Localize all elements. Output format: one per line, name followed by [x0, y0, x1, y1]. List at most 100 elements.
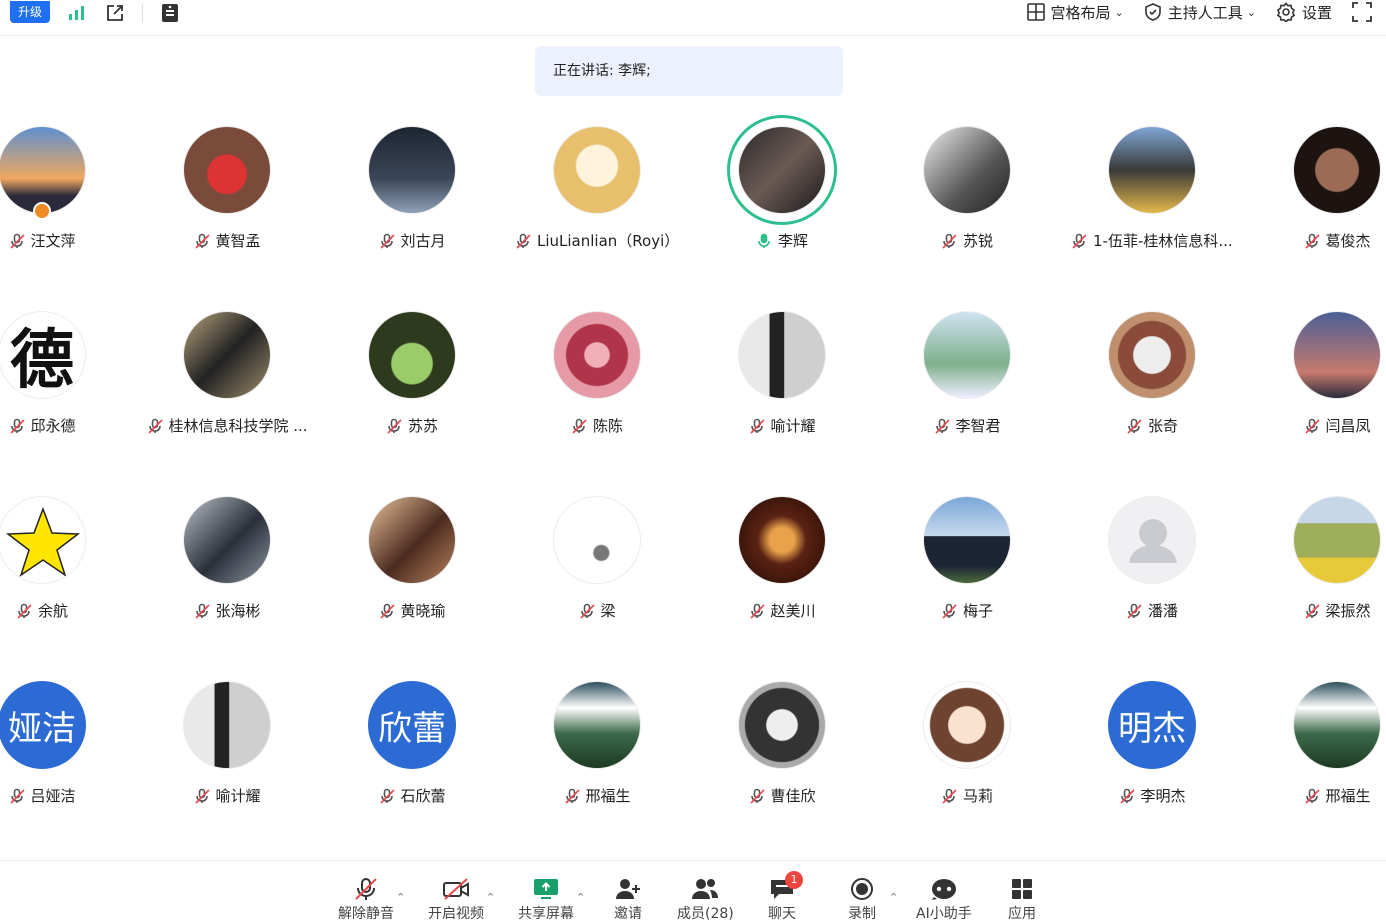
- participant-name-text: 石欣蕾: [400, 787, 446, 805]
- participant-avatar[interactable]: [738, 126, 826, 214]
- chat-icon: 1: [767, 871, 803, 903]
- host-tools-menu[interactable]: 主持人工具 ⌄: [1144, 2, 1256, 23]
- settings-button[interactable]: 设置: [1276, 2, 1332, 23]
- participant-name: 闫昌凤: [1304, 415, 1371, 436]
- participant-avatar[interactable]: [1293, 681, 1381, 769]
- start-video-button[interactable]: 开启视频: [428, 875, 484, 923]
- participant-avatar[interactable]: 娅洁: [0, 681, 86, 769]
- participant-avatar[interactable]: [368, 496, 456, 584]
- participant-avatar[interactable]: [553, 311, 641, 399]
- top-toolbar: 升级 宫格布局 ⌄ 主持人工具 ⌄ 设置: [0, 0, 1386, 36]
- participant-avatar[interactable]: 欣蕾: [368, 681, 456, 769]
- chevron-up-icon[interactable]: ⌃: [889, 891, 898, 904]
- fullscreen-icon: [1352, 2, 1372, 22]
- participant-name-text: 黄晓瑜: [400, 602, 446, 620]
- participant-avatar[interactable]: [738, 311, 826, 399]
- signal-bars-icon[interactable]: [66, 2, 88, 24]
- participant-name: 赵美川: [749, 600, 816, 621]
- participant-avatar[interactable]: [923, 496, 1011, 584]
- participant-avatar[interactable]: [553, 496, 641, 584]
- muted-mic-icon: [379, 603, 395, 619]
- participant-avatar[interactable]: [1293, 126, 1381, 214]
- muted-mic-icon: [1304, 418, 1320, 434]
- chevron-down-icon: ⌄: [1114, 5, 1124, 19]
- muted-mic-icon: [379, 788, 395, 804]
- record-button[interactable]: 录制: [847, 875, 877, 923]
- add-person-icon: [613, 875, 643, 903]
- apps-grid-icon: [1007, 875, 1037, 903]
- participant-avatar[interactable]: [1293, 311, 1381, 399]
- participant-avatar[interactable]: [1108, 311, 1196, 399]
- participant-name-text: 喻计耀: [215, 787, 261, 805]
- apps-label: 应用: [1008, 906, 1036, 922]
- participant-name-text: 闫昌凤: [1325, 417, 1371, 435]
- chevron-up-icon[interactable]: ⌃: [486, 891, 495, 904]
- participant-avatar[interactable]: [183, 311, 271, 399]
- participant-avatar[interactable]: [0, 496, 86, 584]
- shield-icon: [1144, 3, 1161, 21]
- participant-avatar[interactable]: [1293, 496, 1381, 584]
- participant-name: 邢福生: [1304, 785, 1371, 806]
- layout-menu[interactable]: 宫格布局 ⌄: [1026, 2, 1124, 23]
- participant-avatar[interactable]: [738, 681, 826, 769]
- chevron-up-icon[interactable]: ⌃: [396, 891, 405, 904]
- participant-name: 桂林信息科技学院 ...: [147, 415, 308, 436]
- unmute-button[interactable]: 解除静音: [338, 875, 394, 923]
- participant-avatar[interactable]: [553, 681, 641, 769]
- fullscreen-button[interactable]: [1352, 2, 1378, 22]
- muted-mic-icon: [9, 233, 25, 249]
- external-link-icon[interactable]: [104, 2, 126, 24]
- participant-avatar[interactable]: 德: [0, 311, 86, 399]
- ai-assistant-button[interactable]: AI小助手: [916, 875, 972, 923]
- participant-name-text: 李明杰: [1140, 787, 1186, 805]
- participant-avatar[interactable]: [183, 496, 271, 584]
- participant-avatar[interactable]: [553, 126, 641, 214]
- ai-assistant-icon: [929, 875, 959, 903]
- participant-avatar[interactable]: 明杰: [1108, 681, 1196, 769]
- start-video-label: 开启视频: [428, 906, 484, 922]
- participant-avatar[interactable]: [368, 126, 456, 214]
- apps-button[interactable]: 应用: [1007, 875, 1037, 923]
- bottom-toolbar: 解除静音 ⌃ 开启视频 ⌃ 共享屏幕 ⌃ 邀请 成员(28) 1 聊天 录制 ⌃…: [0, 860, 1386, 924]
- participant-avatar[interactable]: [738, 496, 826, 584]
- participant-name-text: 喻计耀: [770, 417, 816, 435]
- invite-button[interactable]: 邀请: [613, 875, 643, 923]
- record-icon: [847, 875, 877, 903]
- members-label: 成员(28): [677, 906, 734, 922]
- participant-avatar[interactable]: [923, 681, 1011, 769]
- participant-name: 马莉: [941, 785, 993, 806]
- participant-name: 1-伍菲-桂林信息科...: [1071, 230, 1233, 251]
- participant-name-text: 邢福生: [1325, 787, 1371, 805]
- participant-avatar[interactable]: [0, 126, 86, 214]
- participant-avatar[interactable]: [183, 126, 271, 214]
- chat-unread-badge: 1: [785, 871, 803, 889]
- participant-avatar[interactable]: [183, 681, 271, 769]
- muted-mic-icon: [351, 875, 381, 903]
- members-button[interactable]: 成员(28): [677, 875, 734, 923]
- chat-label: 聊天: [768, 906, 796, 922]
- participant-name: 余航: [16, 600, 68, 621]
- participant-avatar[interactable]: [1108, 496, 1196, 584]
- muted-mic-icon: [572, 418, 587, 434]
- upgrade-button[interactable]: 升级: [10, 1, 51, 23]
- participant-avatar[interactable]: [923, 126, 1011, 214]
- participant-name: 喻计耀: [194, 785, 261, 806]
- muted-mic-icon: [1119, 788, 1135, 804]
- video-off-icon: [441, 875, 471, 903]
- share-screen-button[interactable]: 共享屏幕: [518, 875, 574, 923]
- muted-mic-icon: [387, 418, 402, 434]
- participant-name-text: 苏锐: [963, 232, 994, 250]
- participant-avatar[interactable]: [1108, 126, 1196, 214]
- participant-name: 邢福生: [564, 785, 631, 806]
- host-tools-label: 主持人工具: [1167, 3, 1243, 22]
- participant-name-text: 马莉: [963, 787, 994, 805]
- muted-mic-icon: [194, 788, 210, 804]
- participant-avatar[interactable]: [368, 311, 456, 399]
- notes-icon[interactable]: [159, 2, 181, 24]
- participant-name-text: 梁: [600, 602, 616, 620]
- chat-button[interactable]: 1 聊天: [767, 871, 803, 923]
- chevron-up-icon[interactable]: ⌃: [576, 891, 585, 904]
- participant-name-text: 余航: [38, 602, 69, 620]
- participant-name: 张奇: [1126, 415, 1178, 436]
- participant-avatar[interactable]: [923, 311, 1011, 399]
